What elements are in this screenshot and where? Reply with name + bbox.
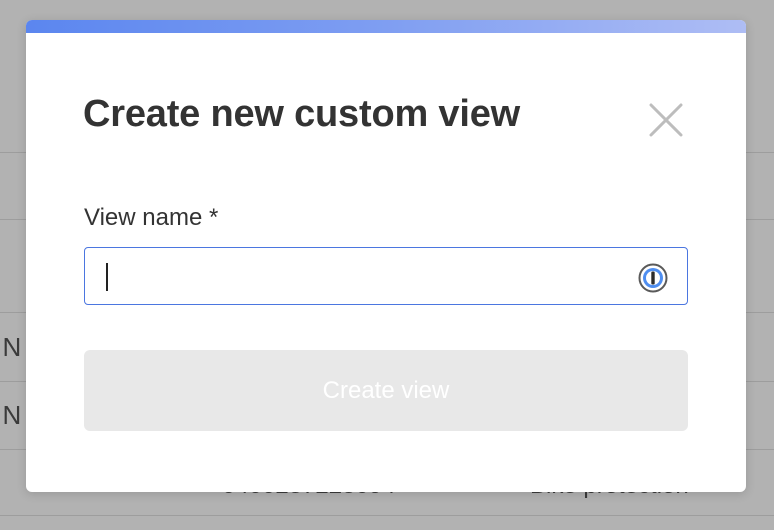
background-row-text: t N [0,400,22,430]
password-manager-icon[interactable] [638,263,668,293]
view-name-input[interactable] [85,248,625,304]
dialog-accent-bar [26,20,746,33]
background-divider [0,515,774,516]
dialog-title: Create new custom view [83,93,520,135]
close-icon [649,103,683,137]
create-view-dialog: Create new custom view View name * Creat… [26,20,746,492]
view-name-field[interactable] [84,247,688,305]
close-button[interactable] [646,100,686,140]
create-view-button[interactable]: Create view [84,350,688,431]
text-caret [106,263,108,291]
view-name-label: View name * [84,204,219,231]
background-row-text: t N [0,332,22,362]
